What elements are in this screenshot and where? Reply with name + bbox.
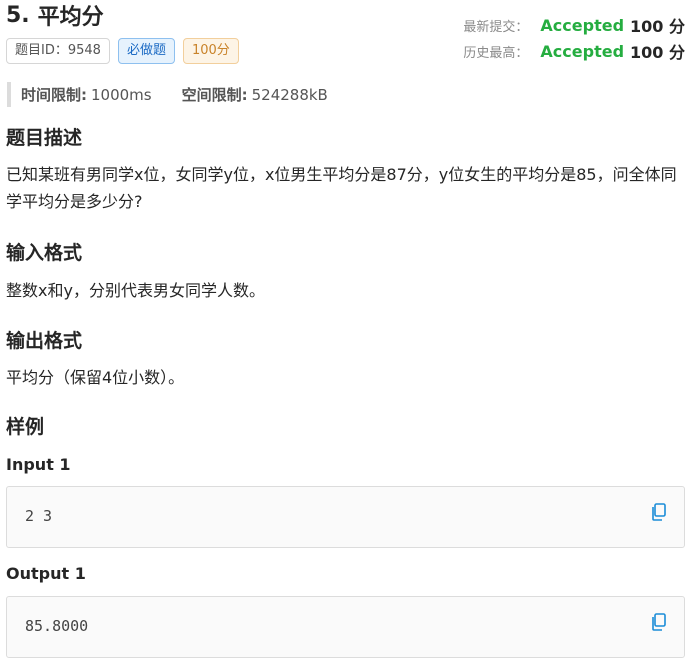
sample-input-value[interactable]: 2 3 [25, 507, 52, 525]
problem-title: 平均分 [37, 5, 104, 30]
samples-title: 样例 [6, 416, 45, 438]
latest-submission-label: 最新提交： [463, 19, 529, 35]
description-title: 题目描述 [6, 127, 83, 149]
sample-input-label: Input 1 [6, 455, 71, 474]
problem-number: 5. [6, 2, 30, 28]
time-limit-label: 时间限制: [21, 86, 87, 104]
input-format-text: 整数x和y，分别代表男女同学人数。 [6, 281, 265, 300]
description-text: 已知某班有男同学x位，女同学y位，x位男生平均分是87分，y位女生的平均分是85… [6, 165, 677, 211]
memory-limit-value: 524288kB [251, 85, 328, 104]
output-format-title: 输出格式 [6, 330, 83, 352]
sample-output-box: 85.8000 [6, 596, 685, 658]
copy-icon[interactable] [650, 613, 666, 631]
input-format-title: 输入格式 [6, 242, 83, 264]
latest-submission-row: 最新提交： Accepted 100 分 [455, 12, 685, 38]
problem-header: 5. 平均分 [6, 0, 104, 31]
difficulty-tag[interactable]: 必做题 [117, 38, 175, 64]
score-tag: 100分 [182, 38, 239, 64]
sample-output-value[interactable]: 85.8000 [25, 617, 88, 635]
best-submission-row: 历史最高： Accepted 100 分 [455, 38, 685, 64]
time-limit-value: 1000ms [91, 85, 152, 104]
submission-status: 最新提交： Accepted 100 分 历史最高： Accepted 100 … [455, 12, 685, 64]
limits-bar: 时间限制: 1000ms 空间限制: 524288kB [7, 82, 328, 107]
best-submission-result[interactable]: Accepted [540, 42, 624, 61]
output-format-text: 平均分（保留4位小数）。 [6, 368, 185, 387]
best-submission-score: 100 分 [630, 43, 685, 62]
problem-tags: 题目ID：9548 必做题 100分 [6, 38, 239, 64]
best-submission-label: 历史最高： [463, 45, 529, 61]
sample-output-label: Output 1 [6, 564, 86, 583]
copy-icon[interactable] [650, 503, 666, 521]
problem-id-tag: 题目ID：9548 [6, 38, 110, 64]
memory-limit-label: 空间限制: [181, 86, 248, 104]
latest-submission-score: 100 分 [630, 17, 685, 36]
sample-input-box: 2 3 [6, 486, 685, 548]
latest-submission-result[interactable]: Accepted [540, 16, 624, 35]
